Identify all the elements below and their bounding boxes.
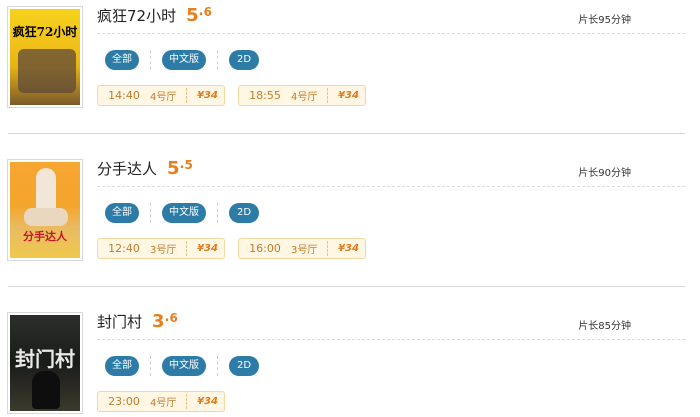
slot-separator <box>186 88 187 103</box>
poster-image: 分手达人 <box>10 162 80 258</box>
showtime-time: 14:40 <box>108 89 140 102</box>
poster-text: 封门村 <box>15 347 75 371</box>
rating-integer: 3 <box>152 311 165 332</box>
showtime-time: 16:00 <box>249 242 281 255</box>
slot-separator <box>186 241 187 256</box>
showtime-time: 18:55 <box>249 89 281 102</box>
movie-title[interactable]: 封门村 <box>97 311 142 333</box>
movie-title[interactable]: 疯狂72小时 <box>97 5 176 27</box>
rating-decimal: 6 <box>169 311 178 325</box>
showtime-price: ¥34 <box>338 243 359 254</box>
filter-separator <box>217 50 218 70</box>
showtime-hall: 4号厅 <box>291 92 318 103</box>
showtime-time: 23:00 <box>108 395 140 408</box>
rating-integer: 5 <box>186 5 199 26</box>
movie-divider <box>8 133 685 134</box>
showtime-hall: 3号厅 <box>291 245 318 256</box>
movie-title-row: 疯狂72小时 5 . 6 <box>97 5 212 29</box>
movie-title-row: 封门村 3 . 6 <box>97 311 178 335</box>
dashed-divider <box>97 339 685 340</box>
filter-chinese-button[interactable]: 中文版 <box>162 203 206 223</box>
showtime-list: 14:40 4号厅 ¥34 18:55 4号厅 ¥34 <box>97 85 379 106</box>
slot-separator <box>327 241 328 256</box>
slot-separator <box>327 88 328 103</box>
slot-separator <box>186 394 187 409</box>
poster-image: 封门村 <box>10 315 80 411</box>
movie-rating: 5 . 5 <box>167 158 193 180</box>
showtime-slot[interactable]: 23:00 4号厅 ¥34 <box>97 391 225 412</box>
movie-divider <box>8 286 685 287</box>
filter-separator <box>150 50 151 70</box>
poster-figure-base <box>24 208 68 226</box>
poster-figure-group <box>18 49 76 93</box>
movie-duration: 片长85分钟 <box>578 321 631 332</box>
filter-pills: 全部 中文版 2D <box>105 203 259 223</box>
rating-decimal: 6 <box>203 5 212 19</box>
filter-all-button[interactable]: 全部 <box>105 50 139 70</box>
showtime-price: ¥34 <box>197 396 218 407</box>
movie-title-row: 分手达人 5 . 5 <box>97 158 193 182</box>
movie-duration: 片长90分钟 <box>578 168 631 179</box>
movie-poster[interactable]: 封门村 <box>7 312 83 414</box>
poster-figure <box>32 371 60 409</box>
filter-2d-button[interactable]: 2D <box>229 356 259 376</box>
filter-all-button[interactable]: 全部 <box>105 203 139 223</box>
showtime-list: 12:40 3号厅 ¥34 16:00 3号厅 ¥34 <box>97 238 379 259</box>
filter-pills: 全部 中文版 2D <box>105 356 259 376</box>
movie-rating: 5 . 6 <box>186 5 212 27</box>
filter-all-button[interactable]: 全部 <box>105 356 139 376</box>
showtime-hall: 4号厅 <box>150 398 177 409</box>
filter-separator <box>217 203 218 223</box>
poster-text: 分手达人 <box>23 230 67 243</box>
showtime-slot[interactable]: 14:40 4号厅 ¥34 <box>97 85 225 106</box>
showtime-list: 23:00 4号厅 ¥34 <box>97 391 238 412</box>
poster-text: 疯狂72小时 <box>12 25 78 39</box>
rating-integer: 5 <box>167 158 180 179</box>
dashed-divider <box>97 33 685 34</box>
movie-poster[interactable]: 分手达人 <box>7 159 83 261</box>
filter-separator <box>150 356 151 376</box>
showtime-slot[interactable]: 16:00 3号厅 ¥34 <box>238 238 366 259</box>
filter-chinese-button[interactable]: 中文版 <box>162 50 206 70</box>
showtime-time: 12:40 <box>108 242 140 255</box>
showtime-hall: 4号厅 <box>150 92 177 103</box>
rating-decimal: 5 <box>184 158 193 172</box>
filter-2d-button[interactable]: 2D <box>229 50 259 70</box>
showtime-hall: 3号厅 <box>150 245 177 256</box>
movie-title[interactable]: 分手达人 <box>97 158 157 180</box>
poster-image: 疯狂72小时 <box>10 9 80 105</box>
dashed-divider <box>97 186 685 187</box>
filter-pills: 全部 中文版 2D <box>105 50 259 70</box>
showtime-slot[interactable]: 18:55 4号厅 ¥34 <box>238 85 366 106</box>
showtime-price: ¥34 <box>197 90 218 101</box>
filter-separator <box>217 356 218 376</box>
filter-separator <box>150 203 151 223</box>
movie-duration: 片长95分钟 <box>578 15 631 26</box>
filter-chinese-button[interactable]: 中文版 <box>162 356 206 376</box>
showtime-slot[interactable]: 12:40 3号厅 ¥34 <box>97 238 225 259</box>
movie-poster[interactable]: 疯狂72小时 <box>7 6 83 108</box>
movie-rating: 3 . 6 <box>152 311 178 333</box>
filter-2d-button[interactable]: 2D <box>229 203 259 223</box>
showtime-price: ¥34 <box>338 90 359 101</box>
showtime-price: ¥34 <box>197 243 218 254</box>
